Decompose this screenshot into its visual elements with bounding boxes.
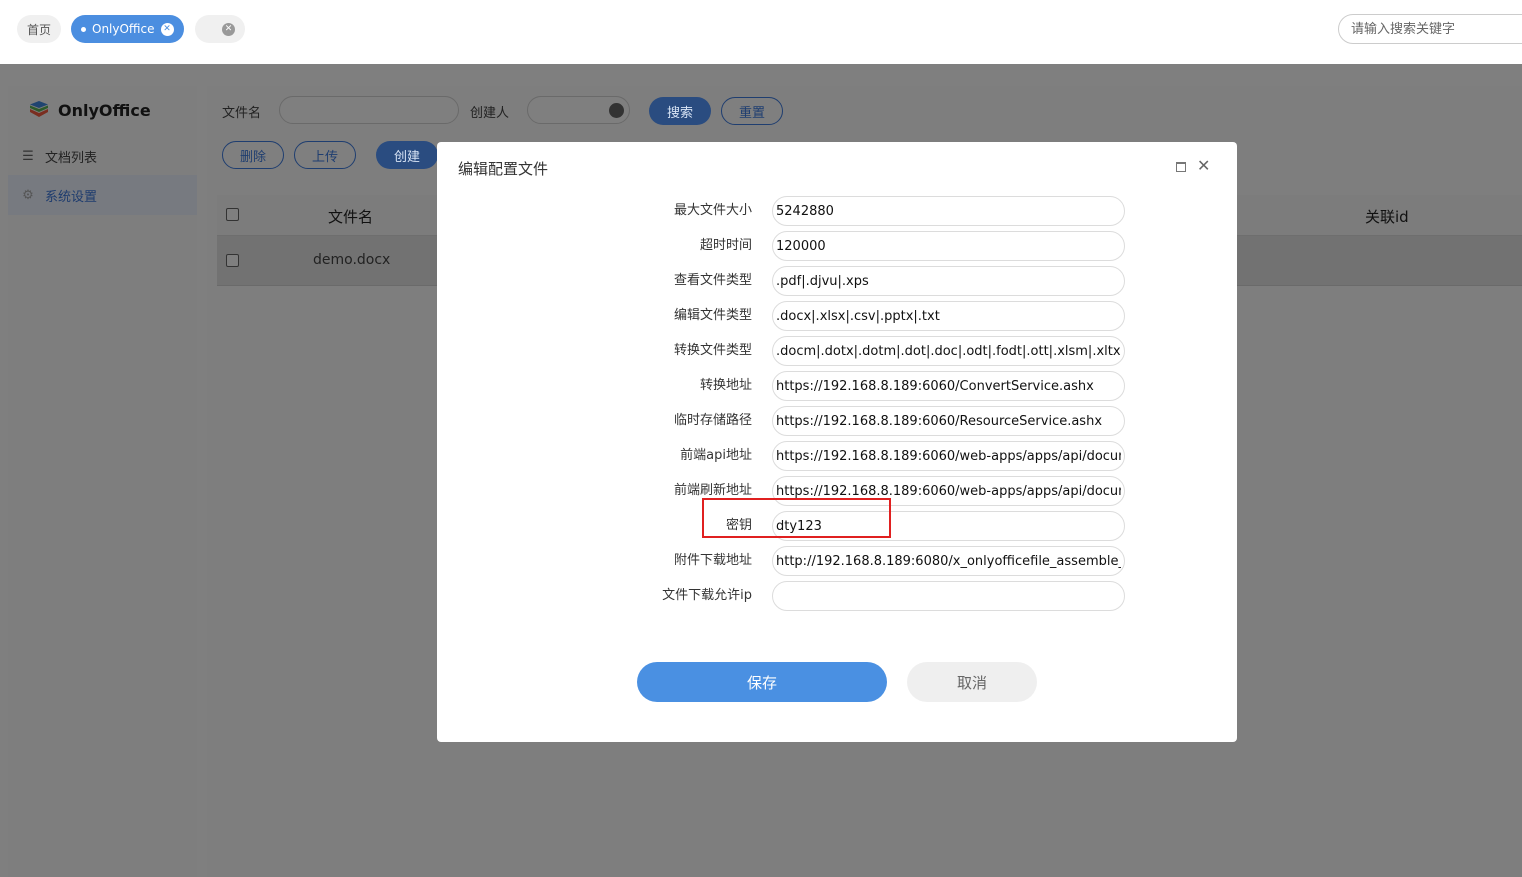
label-view-file-types: 查看文件类型 — [673, 273, 752, 288]
row-filename: demo.docx — [313, 252, 391, 268]
maximize-icon[interactable] — [1176, 162, 1186, 172]
attachment-download-url-input[interactable] — [772, 546, 1125, 576]
filename-filter-input[interactable] — [279, 96, 459, 124]
sidebar-item-system-settings[interactable]: ⚙ 系统设置 — [8, 175, 197, 215]
cancel-button[interactable]: 取消 — [907, 662, 1037, 702]
label-download-allowed-ip: 文件下载允许ip — [662, 588, 752, 603]
search-button[interactable]: 搜索 — [649, 97, 711, 125]
label-temp-storage-path: 临时存储路径 — [673, 413, 752, 428]
label-attachment-download-url: 附件下载地址 — [673, 553, 752, 568]
edit-file-types-input[interactable] — [772, 301, 1125, 331]
delete-button[interactable]: 删除 — [222, 141, 284, 169]
view-file-types-input[interactable] — [772, 266, 1125, 296]
max-file-size-input[interactable] — [772, 196, 1125, 226]
close-icon[interactable]: ✕ — [160, 22, 174, 36]
column-header-related-id: 关联id — [1365, 208, 1409, 226]
highlight-annotation-box — [702, 498, 891, 538]
tab-onlyoffice[interactable]: OnlyOffice ✕ — [71, 15, 184, 43]
user-icon[interactable] — [609, 103, 624, 118]
dialog-title: 编辑配置文件 — [458, 160, 549, 178]
label-convert-file-types: 转换文件类型 — [673, 343, 752, 358]
tab-home-label: 首页 — [26, 22, 51, 37]
tab-onlyoffice-label: OnlyOffice — [92, 22, 155, 36]
sidebar-item-label: 文档列表 — [45, 150, 98, 166]
label-timeout: 超时时间 — [699, 238, 752, 253]
creator-filter-label: 创建人 — [470, 106, 510, 121]
row-checkbox[interactable] — [226, 254, 239, 267]
label-edit-file-types: 编辑文件类型 — [673, 308, 752, 323]
column-header-filename: 文件名 — [328, 208, 374, 226]
brand-title: OnlyOffice — [58, 100, 151, 120]
temp-storage-path-input[interactable] — [772, 406, 1125, 436]
save-button[interactable]: 保存 — [637, 662, 887, 702]
close-icon[interactable]: ✕ — [1197, 156, 1210, 176]
active-dot-icon — [81, 26, 86, 32]
tab-home[interactable]: 首页 — [17, 15, 61, 43]
label-convert-url: 转换地址 — [699, 378, 752, 393]
tab-untitled[interactable]: ✕ — [195, 15, 245, 43]
label-max-file-size: 最大文件大小 — [673, 203, 752, 218]
sidebar: OnlyOffice ☰ 文档列表 ⚙ 系统设置 — [8, 86, 197, 877]
download-allowed-ip-input[interactable] — [772, 581, 1125, 611]
sidebar-item-document-list[interactable]: ☰ 文档列表 — [8, 136, 197, 176]
filename-filter-label: 文件名 — [222, 106, 262, 121]
brand: OnlyOffice — [28, 98, 151, 122]
sidebar-item-label: 系统设置 — [45, 189, 98, 205]
top-tab-bar: 首页 OnlyOffice ✕ ✕ — [0, 0, 1522, 64]
upload-button[interactable]: 上传 — [294, 141, 356, 169]
label-frontend-api-url: 前端api地址 — [680, 448, 752, 463]
convert-url-input[interactable] — [772, 371, 1125, 401]
list-icon: ☰ — [22, 148, 34, 164]
select-all-checkbox[interactable] — [226, 208, 239, 221]
convert-file-types-input[interactable] — [772, 336, 1125, 366]
search-input[interactable] — [1338, 14, 1522, 44]
close-icon[interactable]: ✕ — [222, 22, 235, 36]
reset-button[interactable]: 重置 — [721, 97, 783, 125]
gear-icon: ⚙ — [22, 187, 34, 203]
create-button[interactable]: 创建 — [376, 141, 438, 169]
edit-config-dialog: 编辑配置文件 ✕ 最大文件大小 超时时间 查看文件类型 编辑文件类型 转换文件类… — [437, 142, 1237, 742]
onlyoffice-logo-icon — [30, 101, 48, 117]
timeout-input[interactable] — [772, 231, 1125, 261]
creator-filter-input[interactable] — [527, 96, 630, 124]
frontend-api-url-input[interactable] — [772, 441, 1125, 471]
